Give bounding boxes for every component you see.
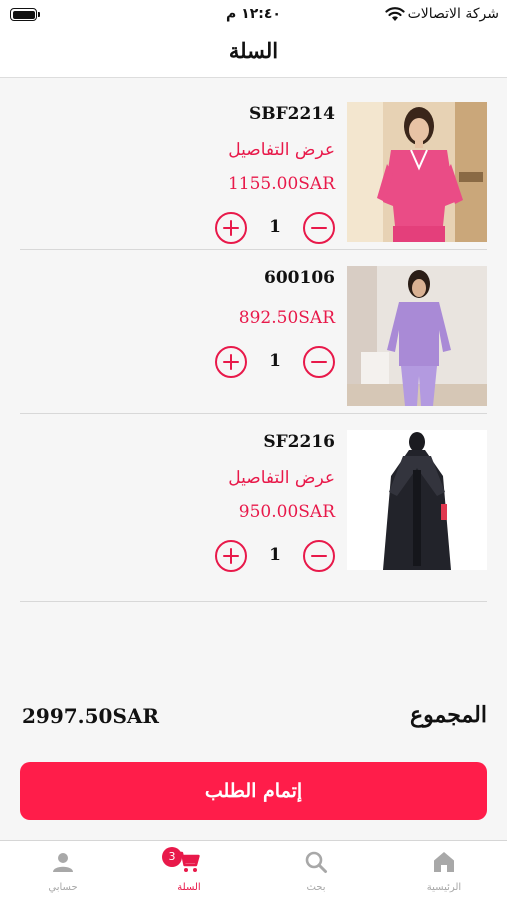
wifi-icon [385,7,405,21]
quantity-value: 1 [269,217,281,237]
cart-list: SBF2214 عرض التفاصيل 1155.00SAR 1 600106… [20,86,487,602]
person-icon [53,853,73,872]
view-details-link[interactable]: عرض التفاصيل [228,468,335,488]
cart-item: SBF2214 عرض التفاصيل 1155.00SAR 1 [20,86,487,250]
cart-item: SF2216 عرض التفاصيل 950.00SAR 1 [20,414,487,602]
tab-label: الرئيسية [426,882,462,893]
increase-quantity-button[interactable] [215,346,247,378]
increase-quantity-button[interactable] [215,212,247,244]
quantity-stepper: 1 [215,212,335,244]
total-label: المجموع [410,702,487,728]
cart-count-badge: 3 [162,847,182,867]
product-code: 600106 [264,268,335,288]
tab-cart[interactable]: السلة [126,841,252,900]
increase-quantity-button[interactable] [215,540,247,572]
cart-item: 600106 892.50SAR 1 [20,250,487,414]
tab-account[interactable]: حسابي [0,841,126,900]
tab-label: السلة [177,882,201,893]
checkout-button[interactable]: إتمام الطلب [20,762,487,820]
quantity-value: 1 [269,545,281,565]
tab-home[interactable]: الرئيسية [381,841,507,900]
product-price: 1155.00SAR [227,174,335,194]
search-icon [305,851,327,873]
total-value: 2997.50SAR [22,704,160,728]
product-price: 950.00SAR [238,502,335,522]
quantity-value: 1 [269,351,281,371]
quantity-stepper: 1 [215,346,335,378]
product-image[interactable] [347,430,487,570]
product-price: 892.50SAR [238,308,335,328]
quantity-stepper: 1 [215,540,335,572]
product-image[interactable] [347,102,487,242]
product-code: SF2216 [263,432,335,452]
home-icon [434,852,454,872]
tab-bar: حسابي السلة 3 بحث الرئيسية [0,840,507,900]
view-details-link[interactable]: عرض التفاصيل [228,140,335,160]
decrease-quantity-button[interactable] [303,540,335,572]
decrease-quantity-button[interactable] [303,346,335,378]
carrier-name: شركة الاتصالات [407,6,499,22]
product-code: SBF2214 [248,104,335,124]
decrease-quantity-button[interactable] [303,212,335,244]
tab-search[interactable]: بحث [253,841,379,900]
tab-label: بحث [306,882,326,893]
product-image[interactable] [347,266,487,406]
tab-label: حسابي [48,882,78,893]
page-title: السلة [228,38,279,63]
status-bar: ١٢:٤٠ م شركة الاتصالات [0,0,507,30]
nav-bar: السلة [0,30,507,78]
